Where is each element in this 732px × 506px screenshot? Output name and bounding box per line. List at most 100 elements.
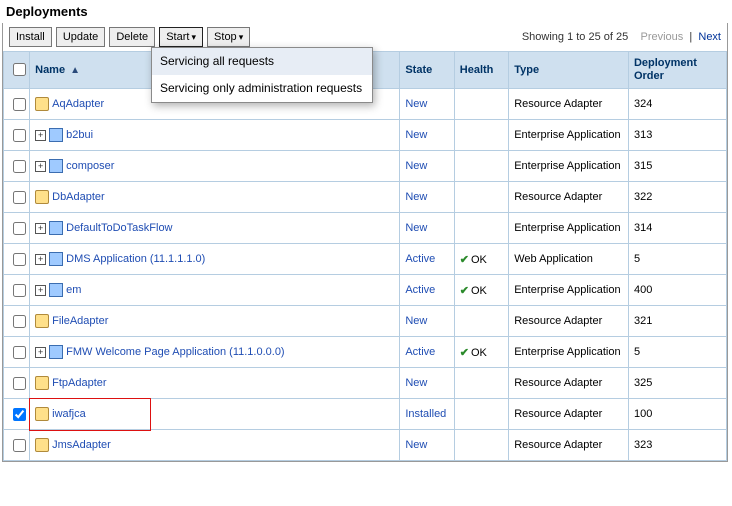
deployment-name-link[interactable]: em [66, 284, 81, 296]
header-health[interactable]: Health [454, 52, 508, 89]
health-cell: OK [454, 337, 508, 368]
stop-button[interactable]: Stop▾ [207, 27, 250, 47]
adapter-icon [35, 438, 49, 452]
expand-icon[interactable]: + [35, 223, 46, 234]
state-link[interactable]: New [405, 377, 427, 389]
row-checkbox[interactable] [13, 315, 26, 328]
header-select-all[interactable] [4, 52, 30, 89]
update-button[interactable]: Update [56, 27, 105, 47]
type-cell: Resource Adapter [509, 368, 629, 399]
table-row: +composerNewEnterprise Application315 [4, 151, 727, 182]
state-link[interactable]: New [405, 439, 427, 451]
row-checkbox[interactable] [13, 284, 26, 297]
application-icon [49, 345, 63, 359]
row-checkbox-cell[interactable] [4, 182, 30, 213]
row-checkbox-cell[interactable] [4, 368, 30, 399]
delete-button[interactable]: Delete [109, 27, 155, 47]
row-checkbox[interactable] [13, 439, 26, 452]
install-button[interactable]: Install [9, 27, 52, 47]
deployment-name-link[interactable]: FMW Welcome Page Application (11.1.0.0.0… [66, 346, 284, 358]
state-link[interactable]: Active [405, 253, 435, 265]
prev-link: Previous [640, 31, 683, 43]
row-checkbox-cell[interactable] [4, 306, 30, 337]
state-link[interactable]: New [405, 222, 427, 234]
health-cell [454, 399, 508, 430]
header-state[interactable]: State [400, 52, 454, 89]
name-cell: FtpAdapter [30, 368, 400, 399]
deployment-name-link[interactable]: FtpAdapter [52, 377, 106, 389]
deployment-name-link[interactable]: FileAdapter [52, 315, 108, 327]
row-checkbox[interactable] [13, 346, 26, 359]
row-checkbox-cell[interactable] [4, 120, 30, 151]
row-checkbox[interactable] [13, 98, 26, 111]
state-link[interactable]: Active [405, 284, 435, 296]
deployment-name-link[interactable]: b2bui [66, 129, 93, 141]
state-link[interactable]: New [405, 129, 427, 141]
row-checkbox-cell[interactable] [4, 275, 30, 306]
table-row: iwafjcaInstalledResource Adapter100 [4, 399, 727, 430]
state-link[interactable]: New [405, 160, 427, 172]
header-order[interactable]: Deployment Order [628, 52, 726, 89]
application-icon [49, 221, 63, 235]
state-link[interactable]: Active [405, 346, 435, 358]
health-cell [454, 213, 508, 244]
adapter-icon [35, 190, 49, 204]
select-all-checkbox[interactable] [13, 63, 26, 76]
table-row: + DefaultToDoTaskFlow New Enterprise Applic… [4, 213, 727, 244]
type-cell: Resource Adapter [509, 89, 629, 120]
order-cell: 321 [628, 306, 726, 337]
row-checkbox[interactable] [13, 191, 26, 204]
deployment-name-link[interactable]: DMS Application (11.1.1.1.0) [66, 253, 205, 265]
expand-icon[interactable]: + [35, 130, 46, 141]
adapter-icon [35, 407, 49, 421]
health-ok-icon: OK [460, 285, 487, 297]
state-link[interactable]: New [405, 98, 427, 110]
name-cell: FileAdapter [30, 306, 400, 337]
name-cell: + DMS Application (11.1.1.1.0) [30, 244, 400, 275]
row-checkbox[interactable] [13, 222, 26, 235]
row-checkbox-cell[interactable] [4, 213, 30, 244]
order-cell: 313 [628, 120, 726, 151]
deployment-name-link[interactable]: DbAdapter [52, 191, 105, 203]
state-link[interactable]: New [405, 191, 427, 203]
start-button[interactable]: Start▾ [159, 27, 203, 47]
state-cell: Active [400, 244, 454, 275]
row-checkbox[interactable] [13, 377, 26, 390]
row-checkbox-cell[interactable] [4, 399, 30, 430]
health-cell [454, 368, 508, 399]
row-checkbox[interactable] [13, 408, 26, 421]
row-checkbox-cell[interactable] [4, 430, 30, 461]
row-checkbox[interactable] [13, 253, 26, 266]
type-cell: Enterprise Application [509, 213, 629, 244]
table-row: +b2buiNewEnterprise Application313 [4, 120, 727, 151]
deployment-name-link[interactable]: composer [66, 160, 114, 172]
row-checkbox-cell[interactable] [4, 151, 30, 182]
expand-icon[interactable]: + [35, 347, 46, 358]
expand-icon[interactable]: + [35, 285, 46, 296]
dropdown-servicing-all[interactable]: Servicing all requests [152, 48, 372, 75]
adapter-icon [35, 97, 49, 111]
health-cell [454, 151, 508, 182]
next-link[interactable]: Next [698, 31, 721, 43]
deployment-name-link[interactable]: iwafjca [52, 408, 86, 420]
order-cell: 323 [628, 430, 726, 461]
row-checkbox[interactable] [13, 160, 26, 173]
showing-text: Showing 1 to 25 of 25 [522, 31, 628, 43]
state-cell: New [400, 213, 454, 244]
row-checkbox-cell[interactable] [4, 89, 30, 120]
state-link[interactable]: Installed [405, 408, 446, 420]
state-link[interactable]: New [405, 315, 427, 327]
row-checkbox[interactable] [13, 129, 26, 142]
deployment-name-link[interactable]: DefaultToDoTaskFlow [66, 222, 172, 234]
row-checkbox-cell[interactable] [4, 244, 30, 275]
adapter-icon [35, 376, 49, 390]
expand-icon[interactable]: + [35, 254, 46, 265]
header-type[interactable]: Type [509, 52, 629, 89]
expand-icon[interactable]: + [35, 161, 46, 172]
deployment-name-link[interactable]: AqAdapter [52, 98, 104, 110]
table-row: FtpAdapterNewResource Adapter325 [4, 368, 727, 399]
application-icon [49, 252, 63, 266]
dropdown-servicing-admin[interactable]: Servicing only administration requests [152, 75, 372, 102]
row-checkbox-cell[interactable] [4, 337, 30, 368]
deployment-name-link[interactable]: JmsAdapter [52, 439, 111, 451]
